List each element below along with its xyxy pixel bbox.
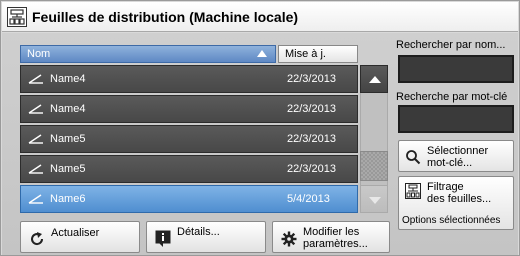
list-item[interactable]: Name4 22/3/2013 [20, 65, 358, 93]
modify-settings-label: Modifier les paramètres... [303, 226, 368, 250]
sheet-icon [28, 74, 44, 84]
sheet-icon [28, 134, 44, 144]
row-date: 5/4/2013 [287, 193, 330, 205]
details-label: Détails... [177, 226, 220, 238]
details-button[interactable]: Détails... [146, 221, 266, 253]
search-name-label: Rechercher par nom... [396, 39, 506, 51]
refresh-label: Actualiser [51, 227, 100, 239]
row-date: 22/3/2013 [287, 103, 336, 115]
sheet-icon [28, 194, 44, 204]
select-keyword-label: Sélectionner mot-clé... [427, 145, 489, 169]
sheet-icon [28, 104, 44, 114]
search-keyword-label: Recherche par mot-clé [396, 91, 508, 103]
row-date: 22/3/2013 [287, 73, 336, 85]
sheet-icon [28, 164, 44, 174]
list-item-selected[interactable]: Name6 5/4/2013 [20, 185, 358, 213]
row-name: Name6 [50, 193, 86, 205]
column-header-date-label: Mise à j. [285, 48, 326, 60]
row-date: 22/3/2013 [287, 133, 336, 145]
arrow-up-icon [369, 76, 381, 83]
info-icon [155, 230, 171, 247]
arrow-down-icon [369, 197, 381, 204]
row-date: 22/3/2013 [287, 163, 336, 175]
list-item[interactable]: Name5 22/3/2013 [20, 125, 358, 153]
scroll-up-button[interactable] [360, 65, 388, 93]
gear-icon [281, 231, 297, 247]
row-name: Name5 [50, 133, 86, 145]
page-title: Feuilles de distribution (Machine locale… [32, 8, 299, 25]
filter-sheets-label: Filtrage des feuilles... [427, 181, 492, 205]
distribution-sheet-icon [7, 6, 27, 27]
title-bar: Feuilles de distribution (Machine locale… [2, 2, 518, 32]
search-name-input[interactable] [398, 55, 514, 83]
row-name: Name5 [50, 163, 86, 175]
search-keyword-input[interactable] [398, 105, 514, 133]
refresh-button[interactable]: Actualiser [20, 221, 140, 253]
column-header-name-label: Nom [27, 48, 51, 60]
column-header-date[interactable]: Mise à j. [278, 45, 358, 63]
modify-settings-button[interactable]: Modifier les paramètres... [272, 221, 390, 253]
filter-sheets-icon [405, 183, 421, 199]
content-panel: Nom Mise à j. Name4 22/3/2013 Name4 22/3… [2, 33, 518, 255]
search-icon [405, 149, 421, 165]
refresh-icon [29, 231, 45, 247]
row-name: Name4 [50, 73, 86, 85]
filter-sheets-button[interactable]: Filtrage des feuilles... Options sélecti… [398, 176, 514, 230]
select-keyword-button[interactable]: Sélectionner mot-clé... [398, 140, 514, 172]
window: Feuilles de distribution (Machine locale… [0, 0, 520, 256]
filter-status: Options sélectionnées [402, 215, 501, 226]
list-item[interactable]: Name5 22/3/2013 [20, 155, 358, 183]
scrollbar-thumb[interactable] [360, 151, 388, 181]
column-header-name[interactable]: Nom [20, 45, 276, 63]
sort-ascending-icon [257, 50, 267, 57]
row-name: Name4 [50, 103, 86, 115]
list-item[interactable]: Name4 22/3/2013 [20, 95, 358, 123]
scroll-down-button[interactable] [360, 185, 388, 213]
